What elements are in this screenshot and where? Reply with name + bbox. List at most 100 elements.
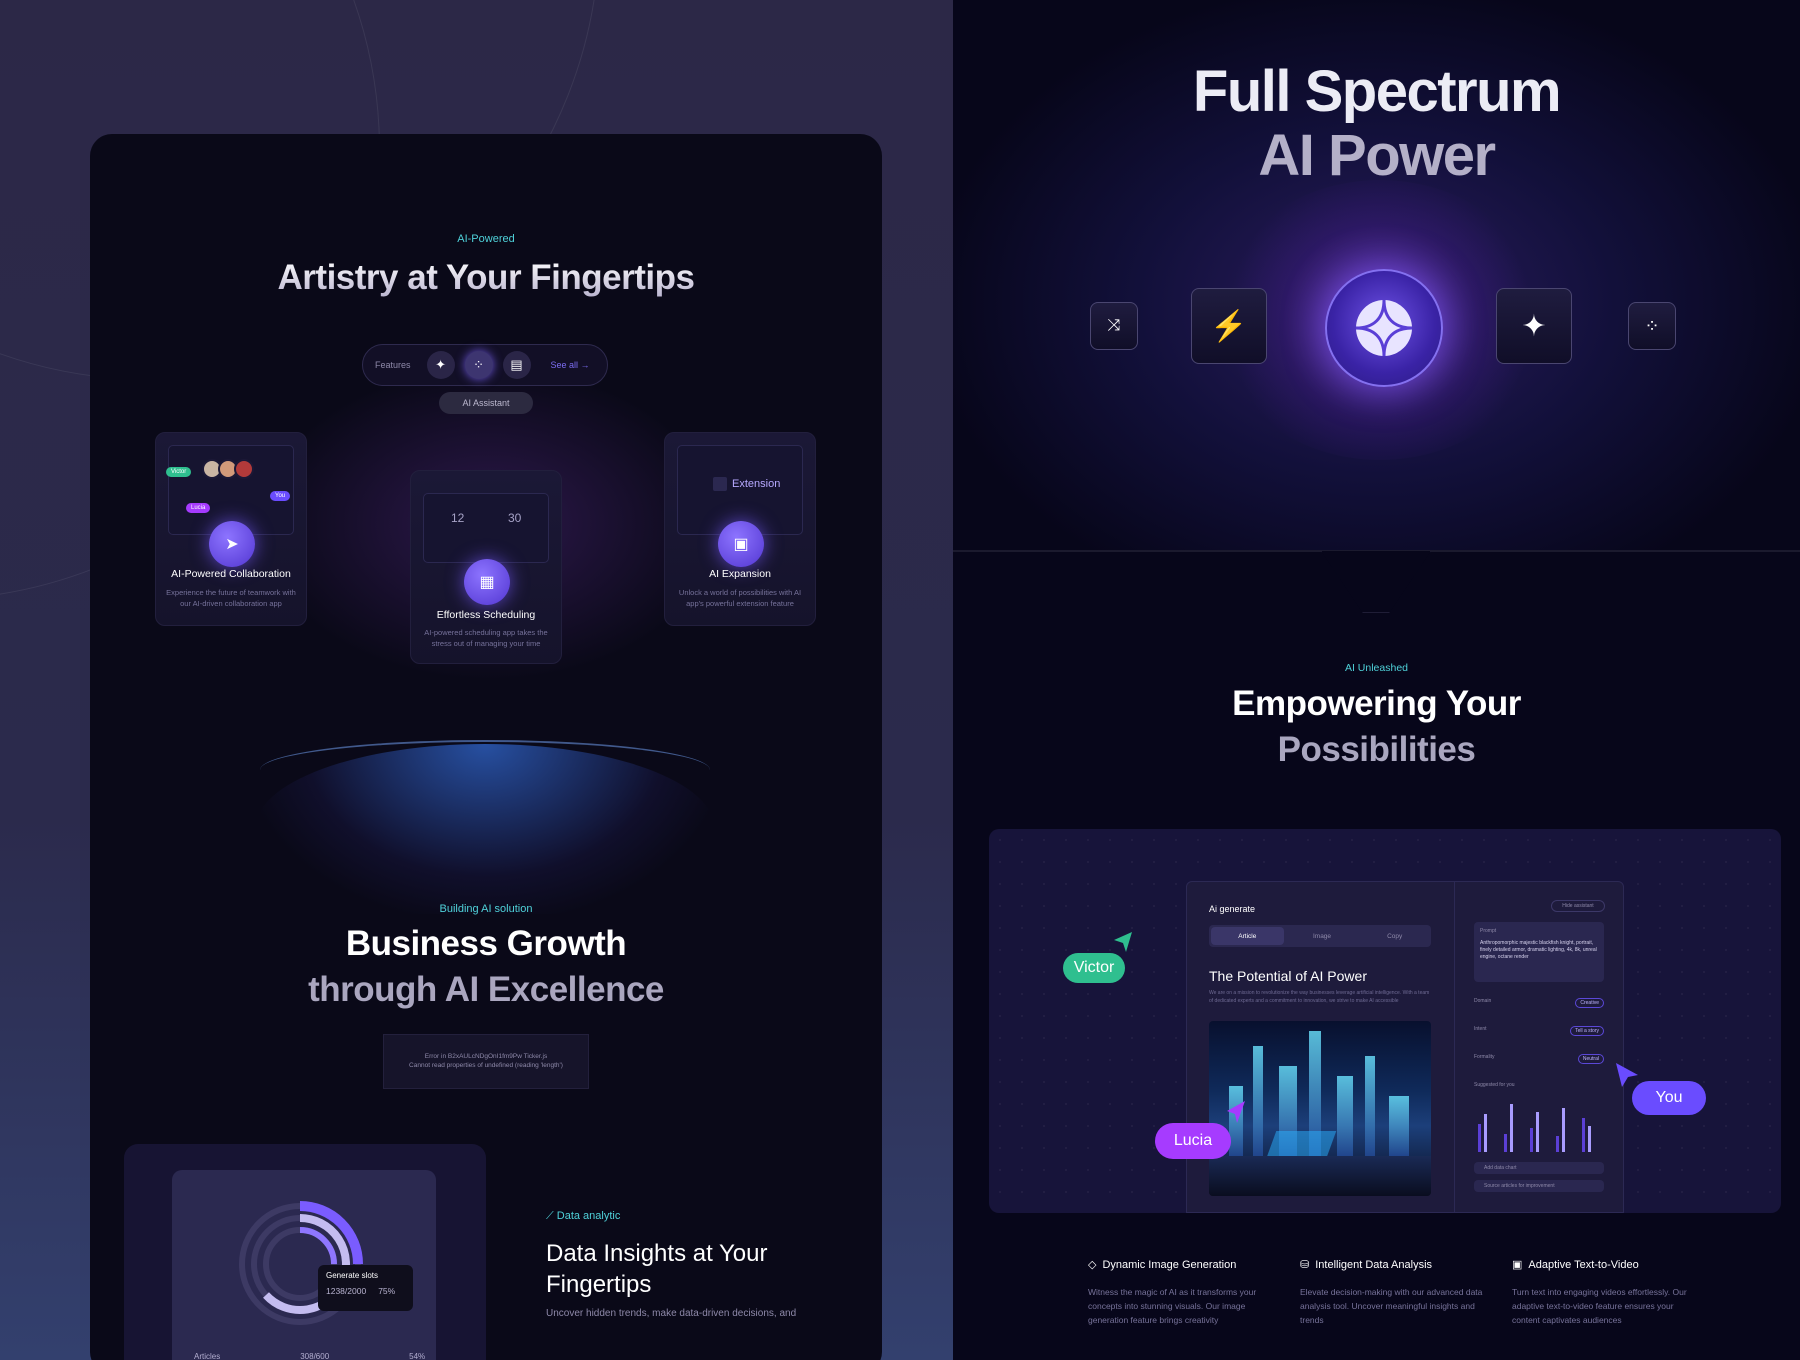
title-ai-excellence: through AI Excellence	[308, 970, 664, 1009]
tab-image[interactable]: Image	[1286, 925, 1359, 947]
data-card: Generate slots 1238/2000 75% Articles 308…	[124, 1144, 486, 1360]
error-box: Error in B2xAULcNDgOnI1fm9Pw Ticker.js C…	[383, 1034, 589, 1089]
feature-desc: Elevate decision-making with our advance…	[1300, 1287, 1483, 1326]
hide-assistant-button[interactable]: Hide assistant	[1551, 900, 1605, 912]
image-icon: ▣	[718, 521, 764, 567]
sparkle-icon[interactable]: ✦	[1496, 288, 1572, 364]
victor-cursor-icon	[1114, 932, 1132, 952]
legend-pct: 54%	[409, 1352, 426, 1360]
tab-article[interactable]: Article	[1211, 927, 1284, 945]
hour-value: 12	[451, 511, 465, 525]
feature-card-expansion[interactable]: Extension ▣ AI Expansion Unlock a world …	[664, 432, 816, 626]
assistant-pane: Hide assistant Prompt Anthropomorphic ma…	[1455, 882, 1625, 1213]
error-line: Error in B2xAULcNDgOnI1fm9Pw Ticker.js	[424, 1053, 548, 1060]
left-card: AI-Powered Artistry at Your Fingertips F…	[90, 134, 882, 1360]
option-rows: Domain Creative Intent Tell a story Formal…	[1474, 998, 1604, 1082]
you-cursor-icon	[1616, 1063, 1638, 1087]
feature-title: Dynamic Image Generation	[1102, 1258, 1237, 1271]
ai-orb-icon[interactable]	[1325, 269, 1443, 387]
eyebrow-building: Building AI solution	[439, 903, 533, 915]
card-title: Effortless Scheduling	[436, 609, 536, 621]
section-title-artistry: Artistry at Your Fingertips	[90, 258, 882, 298]
ai-assistant-badge[interactable]: AI Assistant	[439, 392, 533, 414]
minute-value: 30	[508, 511, 522, 525]
hero-line1: Full Spectrum	[1192, 59, 1562, 124]
calendar-icon: ▦	[464, 559, 510, 605]
feature-title: Intelligent Data Analysis	[1315, 1258, 1433, 1271]
document-icon[interactable]: ▤	[502, 351, 531, 379]
error-line: Cannot read properties of undefined (rea…	[409, 1062, 563, 1070]
prompt-box[interactable]: Prompt Anthropomorphic majestic blackfis…	[1474, 922, 1604, 982]
diamond-icon: ◇	[1088, 1259, 1097, 1271]
card-desc: Unlock a world of possibilities with AI …	[678, 588, 802, 608]
database-icon: ⛁	[1300, 1259, 1310, 1271]
row-label: Domain	[1474, 998, 1492, 1004]
legend-label: Articles	[194, 1352, 221, 1360]
hero-line2: AI Power	[1258, 123, 1496, 188]
ai-generate-window: Ai generate Article Image Copy The Poten…	[1186, 881, 1624, 1213]
title-possibilities: Possibilities	[1277, 730, 1476, 769]
features-bar: Features ✦ ⁘ ▤ See all →	[362, 344, 608, 386]
eyebrow-data-analytic: ⟋ Data analytic	[546, 1210, 621, 1222]
feature-data-analysis: ⛁ Intelligent Data Analysis Elevate decis…	[1300, 1258, 1490, 1327]
card-preview	[423, 493, 549, 563]
row-chip[interactable]: Neutral	[1577, 1054, 1604, 1064]
option-add-chart[interactable]: Add data chart	[1474, 1162, 1604, 1174]
feature-desc: Turn text into engaging videos effortles…	[1512, 1287, 1687, 1326]
extension-label: Extension	[732, 478, 781, 490]
app-tabs: Article Image Copy	[1209, 925, 1431, 947]
victor-tag: Victor	[1063, 953, 1125, 983]
chart-tooltip: Generate slots 1238/2000 75%	[318, 1265, 413, 1311]
title-business-growth: Business Growth	[345, 924, 627, 963]
eyebrow-ai-unleashed: AI Unleashed	[1344, 662, 1409, 674]
article-desc: We are on a mission to revolutionize the…	[1209, 990, 1430, 1004]
features-label: Features	[375, 360, 411, 370]
tooltip-value: 1238/2000	[326, 1286, 367, 1296]
video-icon: ▣	[1512, 1259, 1523, 1271]
card-title: AI-Powered Collaboration	[171, 568, 291, 580]
send-icon: ➤	[209, 521, 255, 567]
eyebrow-ai-powered: AI-Powered	[457, 233, 515, 245]
card-desc: Experience the future of teamwork with o…	[166, 588, 296, 608]
tab-copy[interactable]: Copy	[1358, 925, 1431, 947]
row-chip[interactable]: Tell a story	[1570, 1026, 1604, 1036]
editor-pane: Ai generate Article Image Copy The Poten…	[1187, 882, 1455, 1213]
left-panel: AI-Powered Artistry at Your Fingertips F…	[0, 0, 953, 1360]
feature-title: Adaptive Text-to-Video	[1528, 1258, 1639, 1271]
prompt-text: Anthropomorphic majestic blackfish knigh…	[1480, 940, 1597, 960]
sparkle-icon[interactable]: ✦	[426, 351, 455, 379]
tooltip-pct: 75%	[378, 1286, 396, 1296]
row-chip[interactable]: Creative	[1575, 998, 1604, 1008]
dots-icon[interactable]: ⁘	[464, 351, 493, 379]
avatar	[234, 459, 254, 479]
suggested-label: Suggested for you	[1474, 1082, 1515, 1088]
dots-icon[interactable]: ⁘	[1628, 302, 1676, 350]
orb-quad-icon	[1355, 299, 1413, 357]
feature-desc: Witness the magic of AI as it transforms…	[1088, 1287, 1257, 1326]
tag-lucia: Lucia	[186, 503, 211, 513]
mini-bar-chart	[1478, 1104, 1591, 1152]
feature-card-collaboration[interactable]: Victor Lucia You ➤ AI-Powered Collaborat…	[155, 432, 307, 626]
feature-card-scheduling[interactable]: 12 30 ▦ Effortless Scheduling AI-powered…	[410, 470, 562, 664]
data-analytic-label: Data analytic	[556, 1210, 621, 1222]
title-data-insights: Data Insights at Your Fingertips	[546, 1240, 768, 1299]
chart-panel: Generate slots 1238/2000 75% Articles 308…	[172, 1170, 436, 1360]
row-intent: Intent Tell a story	[1474, 1026, 1604, 1054]
tag-you: You	[270, 491, 291, 501]
lightning-icon[interactable]: ⚡	[1191, 288, 1267, 364]
tag-victor: Victor	[166, 467, 192, 477]
hero-section: Full Spectrum AI Power ⤨ ⚡ ✦ ⁘	[953, 0, 1800, 552]
you-tag: You	[1632, 1081, 1706, 1115]
title-empowering: Empowering Your	[1232, 684, 1521, 723]
feature-text-to-video: ▣ Adaptive Text-to-Video Turn text into e…	[1512, 1258, 1702, 1327]
option-source-articles[interactable]: Source articles for improvement	[1474, 1180, 1604, 1192]
feature-dynamic-image: ◇ Dynamic Image Generation Witness the ma…	[1088, 1258, 1278, 1327]
see-all-link[interactable]: See all →	[551, 360, 590, 370]
notch	[1321, 551, 1431, 613]
data-insights-sub: Uncover hidden trends, make data-driven …	[546, 1308, 797, 1319]
prompt-label: Prompt	[1480, 928, 1497, 934]
row-label: Formality	[1474, 1054, 1495, 1060]
legend-value: 308/600	[300, 1352, 330, 1360]
nodes-icon[interactable]: ⤨	[1090, 302, 1138, 350]
article-heading: The Potential of AI Power	[1209, 968, 1367, 984]
